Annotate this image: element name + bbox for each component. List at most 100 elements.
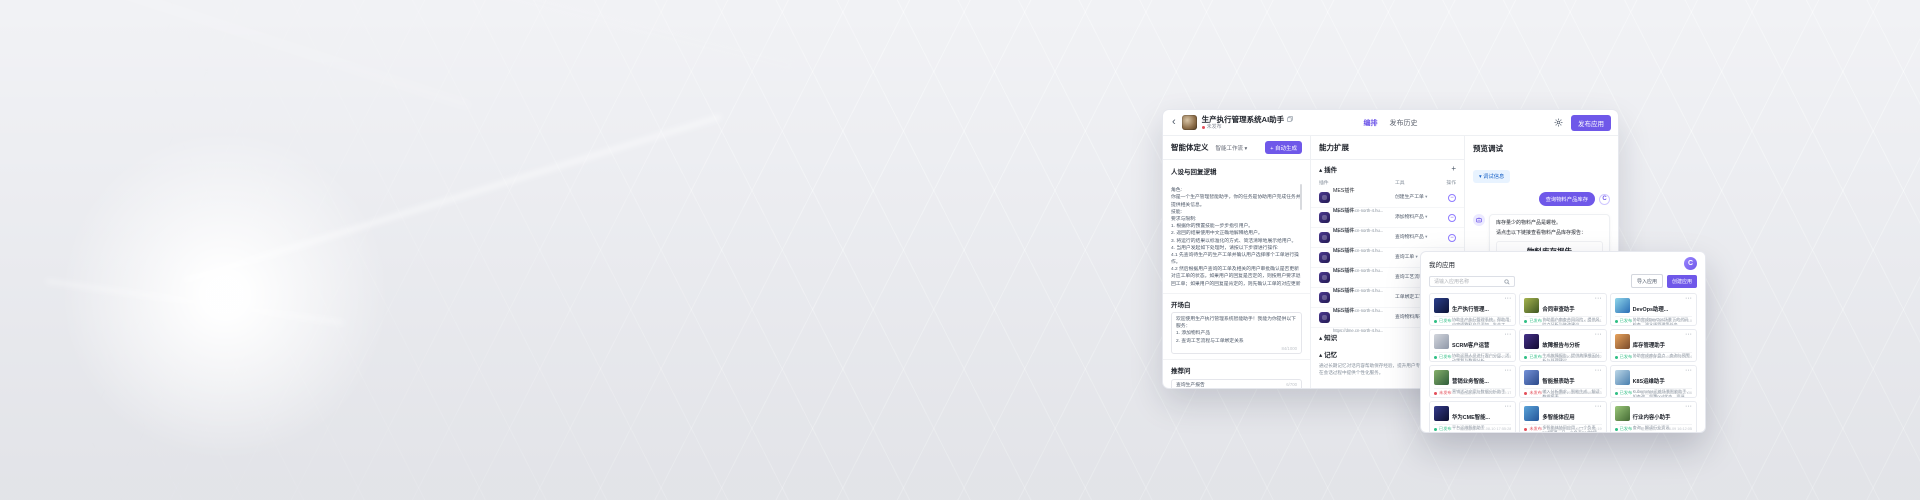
status-badge: 未发布 bbox=[1524, 390, 1542, 396]
import-app-button[interactable]: 导入应用 bbox=[1631, 274, 1663, 288]
more-icon[interactable]: ··· bbox=[1685, 403, 1692, 410]
app-card-title: SCRM客户运营 bbox=[1452, 343, 1489, 349]
app-thumbnail bbox=[1434, 334, 1449, 349]
status-badge: 已发布 bbox=[1615, 426, 1633, 432]
app-card[interactable]: ··· DevOps助理... 协助完成DevOps场景下的代码检查、流水线管理… bbox=[1610, 293, 1697, 326]
app-thumbnail bbox=[1524, 334, 1539, 349]
opening-section-title: 开场白 bbox=[1171, 299, 1302, 309]
remove-plugin-icon[interactable]: − bbox=[1448, 194, 1456, 202]
plugin-tool-select[interactable]: 添加物料产品 ▾ bbox=[1395, 214, 1445, 221]
last-edited-text: 最近编辑 2024-08-10 17:55:28 bbox=[1460, 427, 1512, 432]
tab-orchestrate[interactable]: 编排 bbox=[1364, 118, 1378, 128]
app-card[interactable]: ··· 智能报表助手 输入分析需求，智能生成、解读数据报表 未发布 最近编辑 2… bbox=[1519, 365, 1606, 398]
status-badge: 已发布 bbox=[1615, 354, 1633, 360]
search-icon[interactable] bbox=[1504, 272, 1510, 290]
plugin-icon bbox=[1319, 312, 1330, 323]
back-icon[interactable]: ‹ bbox=[1170, 117, 1178, 128]
debug-info-pill[interactable]: ▾ 调试信息 bbox=[1473, 170, 1510, 183]
more-icon[interactable]: ··· bbox=[1504, 367, 1511, 374]
app-card-title: 行业内容小助手 bbox=[1633, 415, 1671, 421]
app-thumbnail bbox=[1434, 370, 1449, 385]
plugin-icon bbox=[1319, 192, 1330, 203]
app-card-title: 合同审查助手 bbox=[1542, 307, 1574, 313]
more-icon[interactable]: ··· bbox=[1595, 331, 1602, 338]
opening-textarea[interactable]: 欢迎使用生产执行管理系统智能助手！我能为你提供以下服务： 1. 添加物料产品 2… bbox=[1171, 312, 1302, 354]
builder-tabs: 编排 发布历史 bbox=[1364, 110, 1418, 136]
gear-icon[interactable] bbox=[1551, 116, 1565, 130]
app-status: 未发布 bbox=[1207, 124, 1222, 130]
app-card-title: 生产执行管理... bbox=[1452, 307, 1489, 313]
remove-plugin-icon[interactable]: − bbox=[1448, 234, 1456, 242]
agent-panel-title: 智能体定义 bbox=[1171, 142, 1209, 153]
more-icon[interactable]: ··· bbox=[1685, 367, 1692, 374]
scrollbar[interactable] bbox=[1300, 184, 1302, 210]
more-icon[interactable]: ··· bbox=[1685, 331, 1692, 338]
plugin-tool-select[interactable]: 查询物料产品 ▾ bbox=[1395, 234, 1445, 241]
app-title-block: 生产执行管理系统AI助手 未发布 bbox=[1202, 115, 1294, 131]
more-icon[interactable]: ··· bbox=[1504, 331, 1511, 338]
app-card[interactable]: ··· 华为CME智能... 平台运维智能助手 已发布 最近编辑 2024-08… bbox=[1429, 401, 1516, 432]
more-icon[interactable]: ··· bbox=[1595, 295, 1602, 302]
knowledge-section-title[interactable]: ▴ 知识 bbox=[1319, 332, 1337, 342]
app-thumbnail bbox=[1615, 298, 1630, 313]
app-avatar bbox=[1182, 115, 1197, 130]
app-card[interactable]: ··· SCRM客户运营 协助运营人员进行客户分层、活动策划与数据分析 已发布 … bbox=[1429, 329, 1516, 362]
app-card[interactable]: ··· K8S运维助手 Kubernetes运维场景智能助手，如查询、部署pod… bbox=[1610, 365, 1697, 398]
create-app-button[interactable]: 创建应用 bbox=[1667, 275, 1697, 288]
copy-icon[interactable] bbox=[1287, 116, 1293, 122]
last-edited-text: 最近编辑 2024-08-11 18:08:43 bbox=[1550, 391, 1601, 396]
auto-generate-button[interactable]: + 自动生成 bbox=[1265, 141, 1302, 154]
app-thumbnail bbox=[1524, 298, 1539, 313]
more-icon[interactable]: ··· bbox=[1595, 367, 1602, 374]
remove-plugin-icon[interactable]: − bbox=[1448, 214, 1456, 222]
app-card[interactable]: ··· 故障报告与分析 生成故障报告，提供故障根因分析与处理建议 已发布 最近编… bbox=[1519, 329, 1606, 362]
plugin-name: MES插件 bbox=[1333, 188, 1355, 194]
plugin-tool-select[interactable]: 创建生产工单 ▾ bbox=[1395, 194, 1445, 201]
plugin-name: MES插件 bbox=[1333, 288, 1355, 294]
status-badge: 已发布 bbox=[1524, 354, 1542, 360]
search-placeholder: 请输入应用名称 bbox=[1434, 278, 1504, 285]
app-card[interactable]: ··· 行业内容小助手 查询、解读行业资讯 已发布 最近编辑 2024-08-0… bbox=[1610, 401, 1697, 432]
app-card-title: DevOps助理... bbox=[1633, 307, 1669, 313]
bot-reply-line2: 请点击以下链接查看物料产品库存报告： bbox=[1496, 230, 1603, 237]
search-input[interactable]: 请输入应用名称 bbox=[1429, 276, 1515, 287]
app-card-title: 智能报表助手 bbox=[1542, 379, 1574, 385]
app-card[interactable]: ··· 多智能体应用 多智能体协同应用，一个负责pod管理，另一个负责pod故障… bbox=[1519, 401, 1606, 432]
suggested-questions-list: 查询生产报告 6/700 查询待生产的生产工单 10/700 查询物料库存报告 … bbox=[1171, 379, 1302, 388]
user-avatar[interactable]: C bbox=[1684, 257, 1697, 270]
persona-textarea[interactable]: 角色: 你是一个生产管理智能助手，你的任务是协助用户完成任务并提供相关信息。 技… bbox=[1171, 180, 1302, 288]
publish-app-button[interactable]: 发布应用 bbox=[1571, 115, 1611, 131]
more-icon[interactable]: ··· bbox=[1504, 295, 1511, 302]
app-card[interactable]: ··· 库存管理助手 协助完成库存盘点、查询与预警 已发布 最近编辑 2024-… bbox=[1610, 329, 1697, 362]
plugin-name: MES插件 bbox=[1333, 208, 1355, 214]
plugin-url: https://dme.cn-north-4.hu... bbox=[1333, 328, 1383, 333]
user-message-bubble: 查询物料产品库存 bbox=[1539, 192, 1595, 206]
app-card[interactable]: ··· 生产执行管理... 协助生产执行管理系统，帮助用户完成物料产品添加、生产… bbox=[1429, 293, 1516, 326]
app-card[interactable]: ··· 营销业务智能... 营销活动文案与数据分析助手 未发布 最近编辑 202… bbox=[1429, 365, 1516, 398]
plugin-name: MES插件 bbox=[1333, 308, 1355, 314]
status-dot bbox=[1202, 126, 1205, 129]
more-icon[interactable]: ··· bbox=[1595, 403, 1602, 410]
app-card-title: 故障报告与分析 bbox=[1542, 343, 1580, 349]
suggested-questions-title: 推荐问 bbox=[1171, 365, 1302, 375]
tab-publish-history[interactable]: 发布历史 bbox=[1390, 118, 1418, 128]
status-badge: 已发布 bbox=[1434, 318, 1452, 324]
workflow-mode-select[interactable]: 智能工作流 ▾ bbox=[1216, 144, 1248, 152]
app-title: 生产执行管理系统AI助手 bbox=[1202, 115, 1285, 124]
last-edited-text: 最近编辑 2024-08-13 15:36:02 bbox=[1550, 355, 1602, 360]
more-icon[interactable]: ··· bbox=[1685, 295, 1692, 302]
app-card[interactable]: ··· 合同审查助手 协助用户审查合同风险，提供风险点分析与修改建议 已发布 最… bbox=[1519, 293, 1606, 326]
memory-section-title[interactable]: ▴ 记忆 bbox=[1319, 349, 1337, 359]
last-edited-text: 最近编辑 2024-08-13 19:23:45 bbox=[1460, 355, 1512, 360]
suggested-question-input[interactable]: 查询生产报告 6/700 bbox=[1171, 379, 1302, 388]
my-apps-window: 我的应用 C 请输入应用名称 导入应用 创建应用 ··· 生产执行管理... 协… bbox=[1421, 252, 1705, 432]
app-card-grid: ··· 生产执行管理... 协助生产执行管理系统，帮助用户完成物料产品添加、生产… bbox=[1421, 292, 1705, 432]
plugin-icon bbox=[1319, 272, 1330, 283]
plugin-name: MES插件 bbox=[1333, 268, 1355, 274]
add-plugin-icon[interactable]: + bbox=[1451, 165, 1456, 173]
more-icon[interactable]: ··· bbox=[1504, 403, 1511, 410]
last-edited-text: 最近编辑 2024-08-15 17:17:32 bbox=[1460, 319, 1512, 324]
plugin-section-title[interactable]: ▴ 插件 bbox=[1319, 164, 1337, 174]
app-card-title: 营销业务智能... bbox=[1452, 379, 1489, 385]
user-avatar: C bbox=[1599, 194, 1610, 205]
